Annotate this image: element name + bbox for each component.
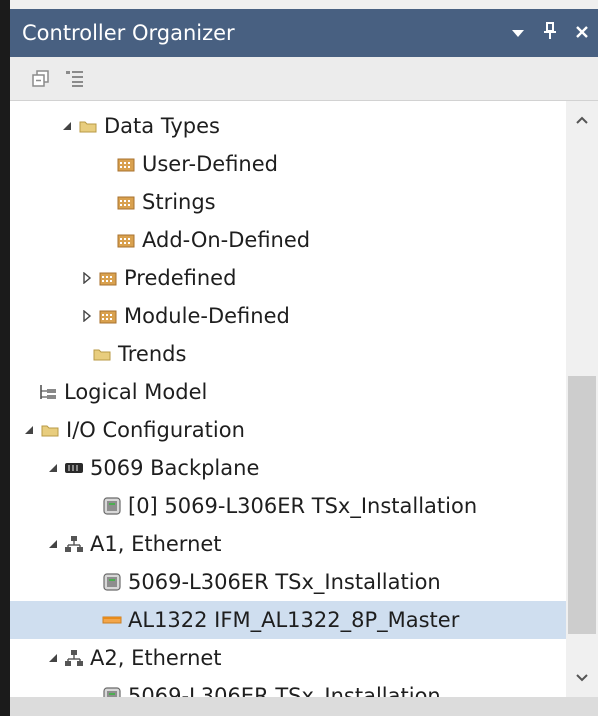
collapsed-arrow-icon [83,310,92,322]
vertical-scrollbar[interactable] [566,101,598,697]
tree-row-module-defined[interactable]: Module-Defined [10,297,566,335]
tree-item-label: I/O Configuration [66,418,245,442]
folder-icon [40,420,60,440]
folder-icon [92,344,112,364]
tree-row-a2-controller[interactable]: 5069-L306ER TSx_Installation [10,677,566,697]
chevron-down-icon [576,674,588,682]
datatype-icon [116,230,136,250]
expander[interactable] [46,639,60,677]
tree-row-a1-controller[interactable]: 5069-L306ER TSx_Installation [10,563,566,601]
controller-module-icon [102,572,122,592]
tree-item-label: User-Defined [142,152,278,176]
tree-row-controller-slot-0[interactable]: [0] 5069-L306ER TSx_Installation [10,487,566,525]
chevron-up-icon [576,116,588,124]
controller-module-icon [102,496,122,516]
expanded-arrow-icon [49,464,57,472]
tree-item-label: A2, Ethernet [90,646,222,670]
panel-title-bar[interactable]: Controller Organizer [10,9,598,57]
chevron-down-icon [512,29,524,37]
tree-row-al1322-master[interactable]: AL1322 IFM_AL1322_8P_Master [10,601,566,639]
expanded-arrow-icon [49,540,57,548]
tree-row-a2-ethernet[interactable]: A2, Ethernet [10,639,566,677]
tree-item-label: A1, Ethernet [90,532,222,556]
backplane-icon [64,458,84,478]
logical-model-icon [38,382,58,402]
ethernet-network-icon [64,534,84,554]
pin-icon [544,21,556,39]
tree-item-label: Trends [118,342,187,366]
tree-item-label: Logical Model [64,380,208,404]
tree-item-label: Module-Defined [124,304,290,328]
tree-row-strings[interactable]: Strings [10,183,566,221]
toolbar [10,57,598,101]
properties-list-button[interactable] [58,64,92,94]
properties-list-icon [66,70,83,87]
folder-icon [78,116,98,136]
pin-button[interactable] [534,21,566,45]
tree-row-data-types[interactable]: Data Types [10,107,566,145]
window-top-edge [10,0,598,9]
expander[interactable] [80,297,94,335]
scroll-down-button[interactable] [566,663,598,693]
panel-title: Controller Organizer [22,21,235,45]
panel-bottom-edge [10,697,598,716]
expander[interactable] [80,259,94,297]
ethernet-network-icon [64,648,84,668]
tree-item-label: [0] 5069-L306ER TSx_Installation [128,494,478,518]
expander[interactable] [60,107,74,145]
tree-row-a1-ethernet[interactable]: A1, Ethernet [10,525,566,563]
tree-item-label: 5069-L306ER TSx_Installation [128,570,441,594]
expanded-arrow-icon [49,654,57,662]
tree-item-label: Add-On-Defined [142,228,311,252]
expander[interactable] [46,449,60,487]
scrollbar-thumb[interactable] [568,376,596,634]
tree-item-label: 5069 Backplane [90,456,260,480]
tree-item-label: AL1322 IFM_AL1322_8P_Master [128,608,460,632]
tree-item-label: 5069-L306ER TSx_Installation [128,684,441,697]
datatype-icon [116,154,136,174]
tree-row-logical-model[interactable]: Logical Model [10,373,566,411]
datatype-icon [98,268,118,288]
tree-item-label: Predefined [124,266,237,290]
io-module-icon [102,610,122,630]
datatype-icon [98,306,118,326]
close-icon [576,25,588,38]
controller-module-icon [102,686,122,697]
expanded-arrow-icon [25,426,33,434]
collapse-all-icon [32,69,49,87]
tree-item-label: Strings [142,190,216,214]
tree-row-5069-backplane[interactable]: 5069 Backplane [10,449,566,487]
dropdown-button[interactable] [502,23,534,44]
window-border [0,0,10,716]
tree-row-user-defined[interactable]: User-Defined [10,145,566,183]
expanded-arrow-icon [63,122,71,130]
tree-row-add-on-defined[interactable]: Add-On-Defined [10,221,566,259]
tree-row-trends[interactable]: Trends [10,335,566,373]
tree-row-io-configuration[interactable]: I/O Configuration [10,411,566,449]
close-button[interactable] [566,23,598,44]
collapsed-arrow-icon [83,272,92,284]
scroll-up-button[interactable] [566,105,598,135]
tree-row-predefined[interactable]: Predefined [10,259,566,297]
expander[interactable] [46,525,60,563]
tree-item-label: Data Types [104,114,220,138]
controller-tree: Data Types User-Defined Strings Add-On-D… [10,101,566,697]
datatype-icon [116,192,136,212]
expander[interactable] [22,411,36,449]
collapse-all-button[interactable] [24,64,58,94]
